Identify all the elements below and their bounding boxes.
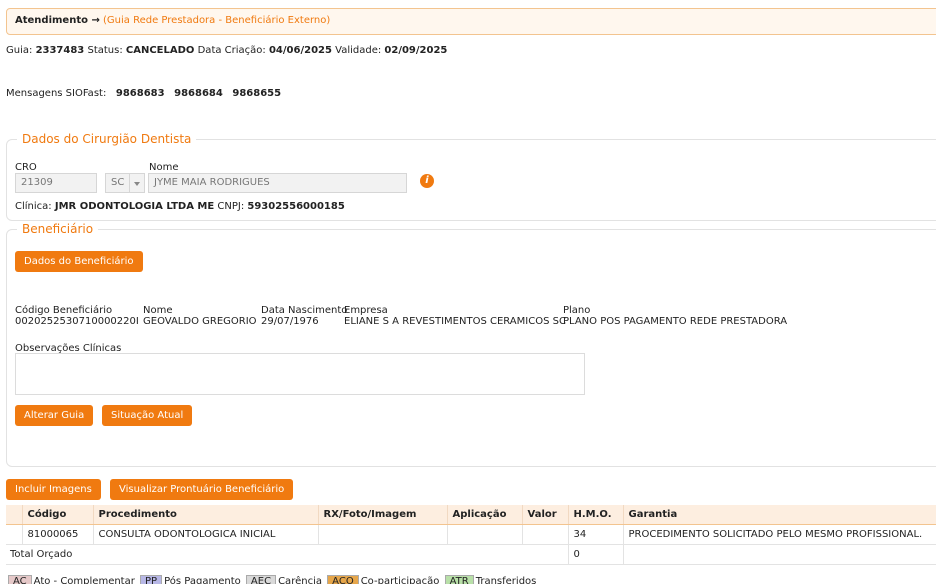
beneficiary-data-button[interactable]: Dados do Beneficiário <box>15 251 143 272</box>
col-code: Código <box>22 505 94 525</box>
beneficiary-name-label: Nome <box>143 305 173 316</box>
dentist-legend: Dados do Cirurgião Dentista <box>22 132 192 146</box>
view-records-button[interactable]: Visualizar Prontuário Beneficiário <box>110 479 294 500</box>
cell-code: 81000065 <box>22 524 94 545</box>
beneficiary-code-label: Código Beneficiário <box>15 305 113 316</box>
message-value: 9868683 <box>115 88 165 99</box>
created-label: Data Criação: <box>197 45 266 56</box>
beneficiary-code-value: 0020252530710000220I <box>15 316 139 327</box>
total-row: Total Orçado 0 <box>6 544 936 565</box>
uf-dropdown-arrow[interactable] <box>129 173 145 193</box>
birth-date-label: Data Nascimento <box>261 305 348 316</box>
cro-label: CRO <box>15 162 37 173</box>
status-label: Status: <box>87 45 123 56</box>
breadcrumb: Atendimento → (Guia Rede Prestadora - Be… <box>6 8 936 35</box>
company-label: Empresa <box>344 305 388 316</box>
table-header-row: Código Procedimento RX/Foto/Imagem Aplic… <box>6 505 936 525</box>
cro-field[interactable]: 21309 <box>15 173 97 193</box>
created-value: 04/06/2025 <box>268 45 332 56</box>
legend-swatch-aco: ACO <box>327 575 359 584</box>
message-value: 9868655 <box>232 88 282 99</box>
legend-swatch-ac: AC <box>8 575 32 584</box>
legend-label: Co-participação <box>360 576 440 584</box>
legend-label: Ato - Complementar <box>33 576 135 584</box>
guia-label: Guia: <box>6 45 33 56</box>
legend-label: Pós Pagamento <box>164 576 241 584</box>
beneficiary-name-value: GEOVALDO GREGORIO <box>143 316 257 327</box>
cell-application <box>447 524 523 545</box>
guia-value: 2337483 <box>35 45 85 56</box>
dentist-name-field[interactable]: JYME MAIA RODRIGUES <box>148 173 407 193</box>
cell-flag <box>6 524 23 545</box>
col-hmo: H.M.O. <box>568 505 624 525</box>
col-rx: RX/Foto/Imagem <box>318 505 448 525</box>
cell-procedure: CONSULTA ODONTOLOGICA INICIAL <box>93 524 319 545</box>
total-hmo: 0 <box>567 544 623 565</box>
beneficiary-legend: Beneficiário <box>22 222 94 236</box>
table-row[interactable]: 81000065 CONSULTA ODONTOLOGICA INICIAL 3… <box>6 524 936 545</box>
col-value: Valor <box>522 505 569 525</box>
procedures-table: Código Procedimento RX/Foto/Imagem Aplic… <box>6 505 936 565</box>
guide-info: Guia: 2337483 Status: CANCELADO Data Cri… <box>6 45 447 56</box>
legend-label: Transferidos <box>475 576 537 584</box>
alter-guide-button[interactable]: Alterar Guia <box>15 405 94 426</box>
legend-swatch-pp: PP <box>140 575 163 584</box>
cell-hmo: 34 <box>568 524 624 545</box>
current-status-button[interactable]: Situação Atual <box>102 405 193 426</box>
breadcrumb-subtitle: (Guia Rede Prestadora - Beneficiário Ext… <box>103 15 331 26</box>
breadcrumb-title: Atendimento → <box>15 15 100 26</box>
uf-select[interactable]: SC <box>105 173 130 193</box>
col-guarantee: Garantia <box>623 505 936 525</box>
total-guarantee <box>622 544 936 565</box>
clinic-info: Clínica: JMR ODONTOLOGIA LTDA ME CNPJ: 5… <box>15 201 345 212</box>
cell-rx <box>318 524 448 545</box>
clinic-value: JMR ODONTOLOGIA LTDA ME <box>54 201 215 212</box>
col-flag <box>6 505 23 525</box>
clinical-notes-textarea[interactable] <box>15 353 585 395</box>
legend-label: Carência <box>278 576 322 584</box>
legend-swatch-atr: ATR <box>444 575 474 584</box>
legend-swatch-aec: AEC <box>245 575 277 584</box>
total-label: Total Orçado <box>6 544 568 565</box>
birth-date-value: 29/07/1976 <box>261 316 319 327</box>
cnpj-label: CNPJ: <box>217 201 245 212</box>
status-legend: AC Ato - Complementar PP Pós Pagamento AEC… <box>6 575 536 584</box>
company-value: ELIANE S A REVESTIMENTOS CERAMICOS SC <box>344 316 566 327</box>
cell-guarantee: PROCEDIMENTO SOLICITADO PELO MESMO PROFI… <box>623 524 936 545</box>
dentist-name-label: Nome <box>149 162 179 173</box>
col-application: Aplicação <box>447 505 523 525</box>
validity-label: Validade: <box>335 45 382 56</box>
info-icon[interactable]: i <box>420 174 434 188</box>
cnpj-value: 59302556000185 <box>247 201 345 212</box>
beneficiary-section: Beneficiário <box>6 222 936 467</box>
include-images-button[interactable]: Incluir Imagens <box>6 479 101 500</box>
messages-label: Mensagens SIOFast: <box>6 88 107 99</box>
plan-label: Plano <box>563 305 591 316</box>
plan-value: PLANO POS PAGAMENTO REDE PRESTADORA <box>563 316 788 327</box>
message-value: 9868684 <box>174 88 223 99</box>
clinic-label: Clínica: <box>15 201 52 212</box>
cell-value <box>522 524 569 545</box>
status-value: CANCELADO <box>125 45 195 56</box>
col-procedure: Procedimento <box>93 505 319 525</box>
validity-value: 02/09/2025 <box>384 45 448 56</box>
messages-info: Mensagens SIOFast: 9868683 9868684 98686… <box>6 88 281 99</box>
